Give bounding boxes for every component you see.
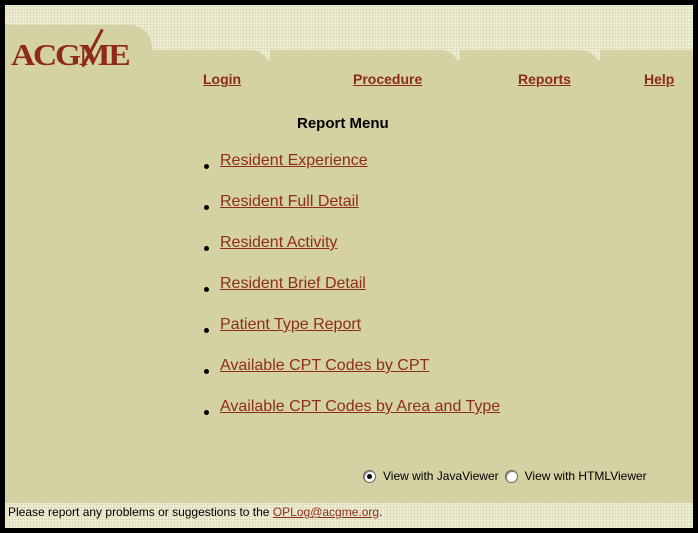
report-link-patient-type[interactable]: Patient Type Report: [220, 316, 361, 334]
tab-reports[interactable]: Reports: [518, 71, 571, 87]
support-email-link[interactable]: OPLog@acgme.org: [273, 505, 379, 519]
tab-login[interactable]: Login: [203, 71, 241, 87]
footer-period: .: [379, 505, 383, 519]
bullet-icon: [204, 328, 209, 333]
bullet-icon: [204, 164, 209, 169]
report-link-resident-full-detail[interactable]: Resident Full Detail: [220, 193, 359, 211]
bullet-icon: [204, 287, 209, 292]
html-viewer-label[interactable]: View with HTMLViewer: [525, 469, 647, 483]
report-link-resident-brief-detail[interactable]: Resident Brief Detail: [220, 275, 366, 293]
acgme-logo: ACGME: [11, 37, 131, 72]
bullet-icon: [204, 369, 209, 374]
report-link-resident-experience[interactable]: Resident Experience: [220, 152, 368, 170]
report-link-cpt-by-area-type[interactable]: Available CPT Codes by Area and Type: [220, 398, 500, 416]
bullet-icon: [204, 205, 209, 210]
java-viewer-label[interactable]: View with JavaViewer: [383, 469, 499, 483]
report-link-cpt-by-cpt[interactable]: Available CPT Codes by CPT: [220, 357, 429, 375]
viewer-options: View with JavaViewer View with HTMLViewe…: [363, 469, 647, 483]
bullet-icon: [204, 410, 209, 415]
content-area: [5, 75, 693, 528]
html-viewer-radio[interactable]: [504, 469, 518, 483]
tab-help[interactable]: Help: [644, 71, 674, 87]
page: ACGME Login Procedure Reports Help Repor…: [5, 5, 693, 528]
tab-procedure[interactable]: Procedure: [353, 71, 422, 87]
report-link-resident-activity[interactable]: Resident Activity: [220, 234, 337, 252]
java-viewer-radio[interactable]: [363, 469, 376, 483]
footer: Please report any problems or suggestion…: [8, 505, 382, 519]
footer-text: Please report any problems or suggestion…: [8, 505, 273, 519]
bullet-icon: [204, 246, 209, 251]
page-title: Report Menu: [297, 115, 389, 132]
